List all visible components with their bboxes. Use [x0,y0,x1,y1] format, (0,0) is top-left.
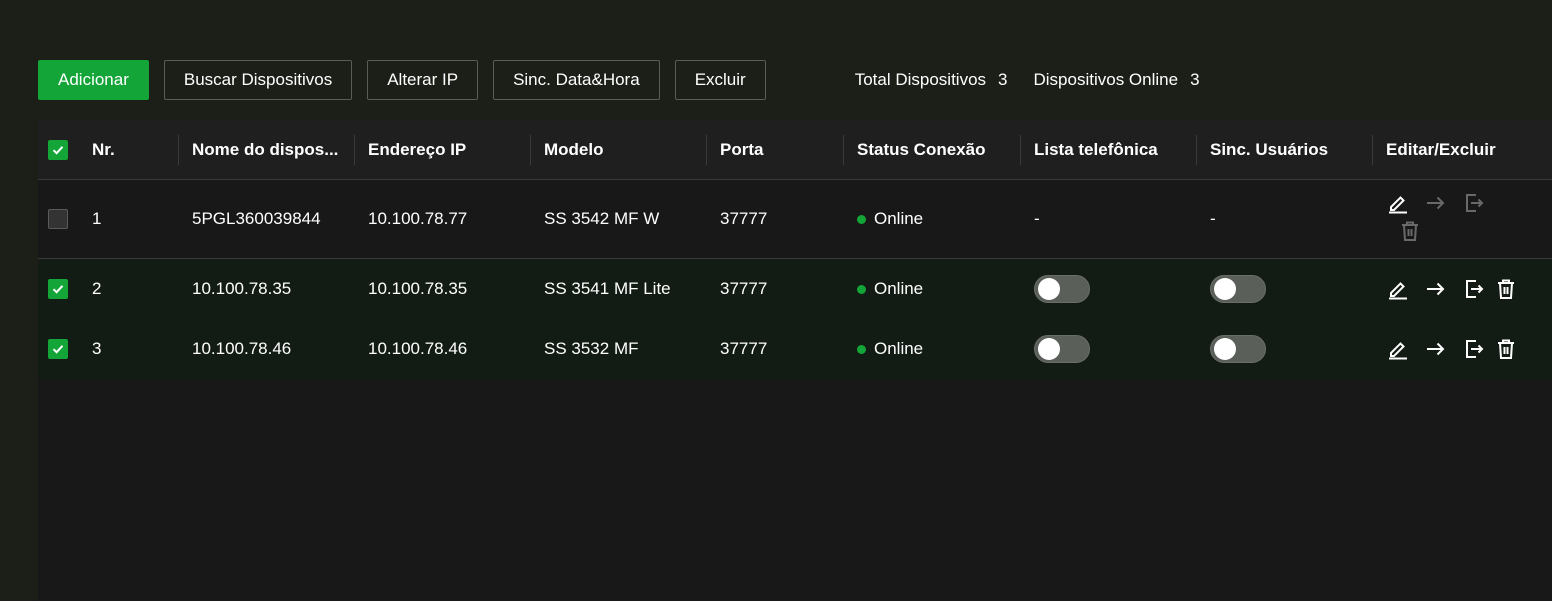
change-ip-button[interactable]: Alterar IP [367,60,479,100]
column-header-connection-status[interactable]: Status Conexão [843,120,1020,179]
row-status: Online [843,180,1020,258]
search-devices-button[interactable]: Buscar Dispositivos [163,60,353,100]
table-row[interactable]: 1 5PGL360039844 10.100.78.77 SS 3542 MF … [38,180,1552,259]
row-status-label: Online [874,339,924,358]
row-sync-users: - [1210,209,1216,228]
row-checkbox-cell [38,319,78,379]
edit-icon[interactable] [1386,337,1410,361]
row-ip-address: 10.100.78.35 [368,279,468,298]
toggle-knob [1214,338,1236,360]
row-port: 37777 [720,339,768,358]
delete-button[interactable]: Excluir [674,60,766,100]
row-device-name: 5PGL360039844 [192,209,321,228]
phonebook-toggle[interactable] [1034,275,1090,303]
trash-icon[interactable] [1398,219,1422,243]
row-checkbox-cell [38,180,78,258]
device-table: Nr. Nome do dispos... Endereço IP Modelo… [38,120,1552,601]
row-phonebook [1020,259,1196,319]
row-ip-address: 10.100.78.46 [368,339,468,358]
check-icon [52,285,64,294]
device-stats: Total Dispositivos 3 Dispositivos Online 3 [855,70,1226,90]
column-header-phonebook[interactable]: Lista telefônica [1020,120,1196,179]
exit-icon[interactable] [1462,191,1486,215]
trash-icon[interactable] [1494,337,1518,361]
sync-users-toggle[interactable] [1210,335,1266,363]
total-devices-value: 3 [998,70,1008,89]
table-row[interactable]: 2 10.100.78.35 10.100.78.35 SS 3541 MF L… [38,259,1552,319]
row-checkbox[interactable] [48,209,68,229]
online-devices-value: 3 [1190,70,1200,89]
row-nr: 1 [92,209,102,228]
arrow-right-icon[interactable] [1424,277,1448,301]
row-status-label: Online [874,209,924,228]
column-header-ip-address[interactable]: Endereço IP [354,120,530,179]
row-phonebook [1020,319,1196,379]
check-icon [52,345,64,354]
toggle-knob [1038,278,1060,300]
row-actions [1372,259,1552,319]
row-sync-users [1196,319,1372,379]
edit-icon[interactable] [1386,277,1410,301]
row-port: 37777 [720,209,768,228]
row-port: 37777 [720,279,768,298]
column-header-model[interactable]: Modelo [530,120,706,179]
row-status: Online [843,259,1020,319]
total-devices: Total Dispositivos 3 [855,70,1008,90]
row-status: Online [843,319,1020,379]
row-model: SS 3542 MF W [544,209,660,228]
online-status-dot [857,214,866,224]
row-actions [1372,319,1552,379]
column-header-nr[interactable]: Nr. [78,120,178,179]
column-header-edit-delete: Editar/Excluir [1372,120,1552,179]
phonebook-toggle[interactable] [1034,335,1090,363]
table-header: Nr. Nome do dispos... Endereço IP Modelo… [38,120,1552,180]
toolbar: Adicionar Buscar Dispositivos Alterar IP… [38,60,1226,100]
row-device-name: 10.100.78.46 [192,339,292,358]
toggle-knob [1038,338,1060,360]
table-row[interactable]: 3 10.100.78.46 10.100.78.46 SS 3532 MF 3… [38,319,1552,379]
exit-icon[interactable] [1462,277,1486,301]
online-status-dot [857,344,866,354]
total-devices-label: Total Dispositivos [854,70,987,89]
row-nr: 3 [92,339,102,358]
row-device-name: 10.100.78.35 [192,279,292,298]
online-status-dot [857,284,866,294]
arrow-right-icon[interactable] [1424,337,1448,361]
exit-icon[interactable] [1462,337,1486,361]
row-ip-address: 10.100.78.77 [368,209,468,228]
online-devices-label: Dispositivos Online [1033,70,1179,89]
sync-users-toggle[interactable] [1210,275,1266,303]
row-checkbox-cell [38,259,78,319]
row-phonebook: - [1034,209,1040,228]
online-devices: Dispositivos Online 3 [1034,70,1200,90]
row-sync-users [1196,259,1372,319]
row-status-label: Online [874,279,924,298]
row-actions [1372,180,1552,258]
select-all-checkbox[interactable] [48,139,68,160]
arrow-right-icon[interactable] [1424,191,1448,215]
trash-icon[interactable] [1494,277,1518,301]
row-model: SS 3541 MF Lite [544,279,671,298]
row-checkbox[interactable] [48,339,68,359]
add-button[interactable]: Adicionar [38,60,149,100]
check-icon [52,145,64,155]
column-header-sync-users[interactable]: Sinc. Usuários [1196,120,1372,179]
column-header-port[interactable]: Porta [706,120,843,179]
header-checkbox-cell [38,120,78,179]
row-nr: 2 [92,279,102,298]
edit-icon[interactable] [1386,191,1410,215]
sync-datetime-button[interactable]: Sinc. Data&Hora [493,60,660,100]
row-checkbox[interactable] [48,279,68,299]
toggle-knob [1214,278,1236,300]
row-model: SS 3532 MF [544,339,639,358]
column-header-device-name[interactable]: Nome do dispos... [178,120,354,179]
